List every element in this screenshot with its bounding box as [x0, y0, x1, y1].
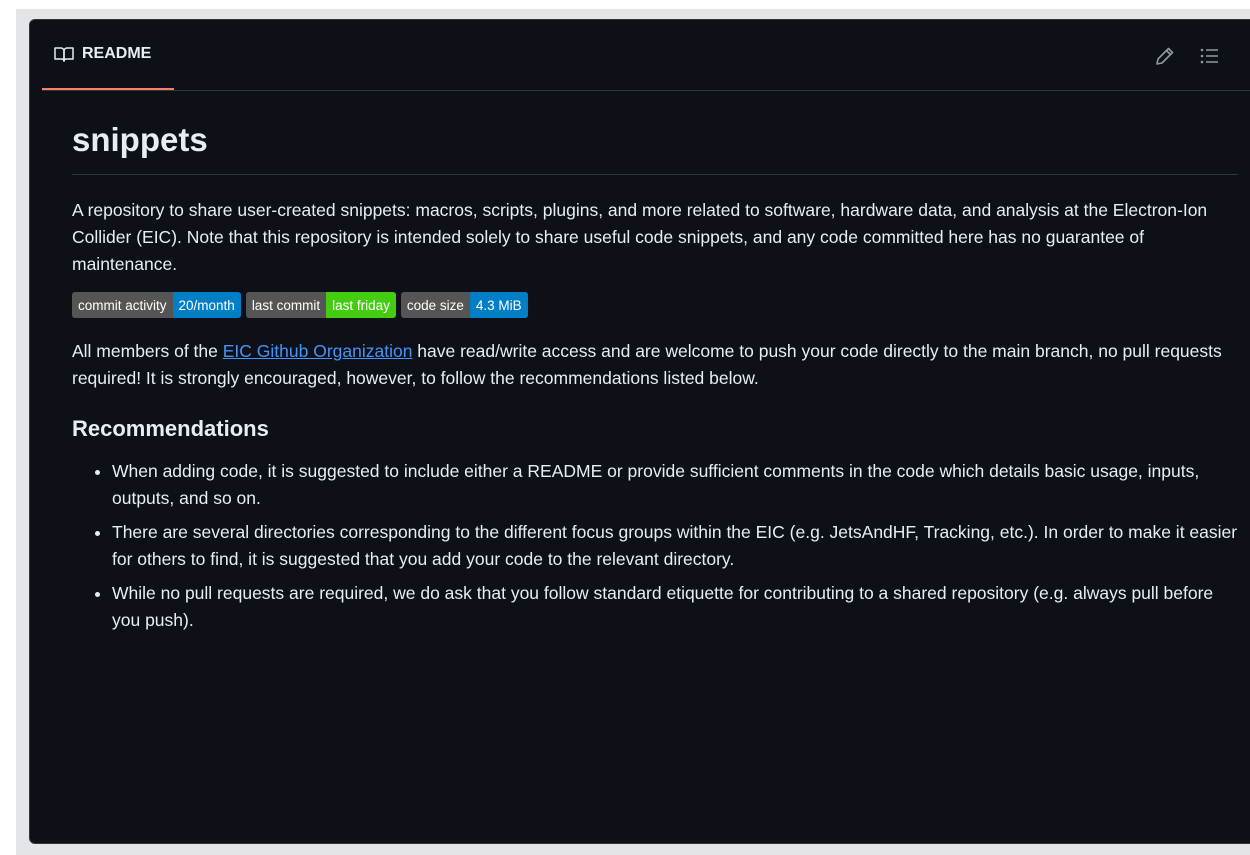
badge-value: last friday — [326, 292, 396, 318]
book-icon — [54, 47, 74, 62]
tab-readme[interactable]: README — [42, 20, 174, 90]
readme-tabbar: README — [42, 20, 1250, 91]
list-item: When adding code, it is suggested to inc… — [112, 458, 1238, 512]
access-text-before: All members of the — [72, 341, 223, 361]
pencil-icon[interactable] — [1154, 45, 1176, 67]
access-paragraph: All members of the EIC Github Organizati… — [72, 338, 1238, 392]
list-icon[interactable] — [1198, 45, 1220, 67]
intro-paragraph: A repository to share user-created snipp… — [72, 200, 1208, 274]
list-item: While no pull requests are required, we … — [112, 580, 1238, 634]
badge-label: code size — [400, 292, 470, 318]
badge-row: commit activity 20/month last commit las… — [72, 292, 1238, 318]
recommendations-heading: Recommendations — [72, 416, 269, 441]
page-title: snippets — [72, 120, 1238, 175]
badge-value: 4.3 MiB — [469, 292, 528, 318]
badge-code-size[interactable]: code size 4.3 MiB — [400, 292, 528, 318]
eic-org-link[interactable]: EIC Github Organization — [223, 341, 413, 361]
readme-panel: README snippets A repository to share us… — [29, 19, 1250, 844]
badge-label: last commit — [245, 292, 327, 318]
recommendations-list: When adding code, it is suggested to inc… — [72, 458, 1238, 634]
badge-value: 20/month — [172, 292, 241, 318]
list-item: There are several directories correspond… — [112, 519, 1238, 573]
badge-commit-activity[interactable]: commit activity 20/month — [72, 292, 241, 318]
readme-content: snippets A repository to share user-crea… — [72, 120, 1238, 641]
tab-readme-label: README — [82, 45, 152, 62]
badge-label: commit activity — [72, 292, 173, 318]
badge-last-commit[interactable]: last commit last friday — [245, 292, 396, 318]
